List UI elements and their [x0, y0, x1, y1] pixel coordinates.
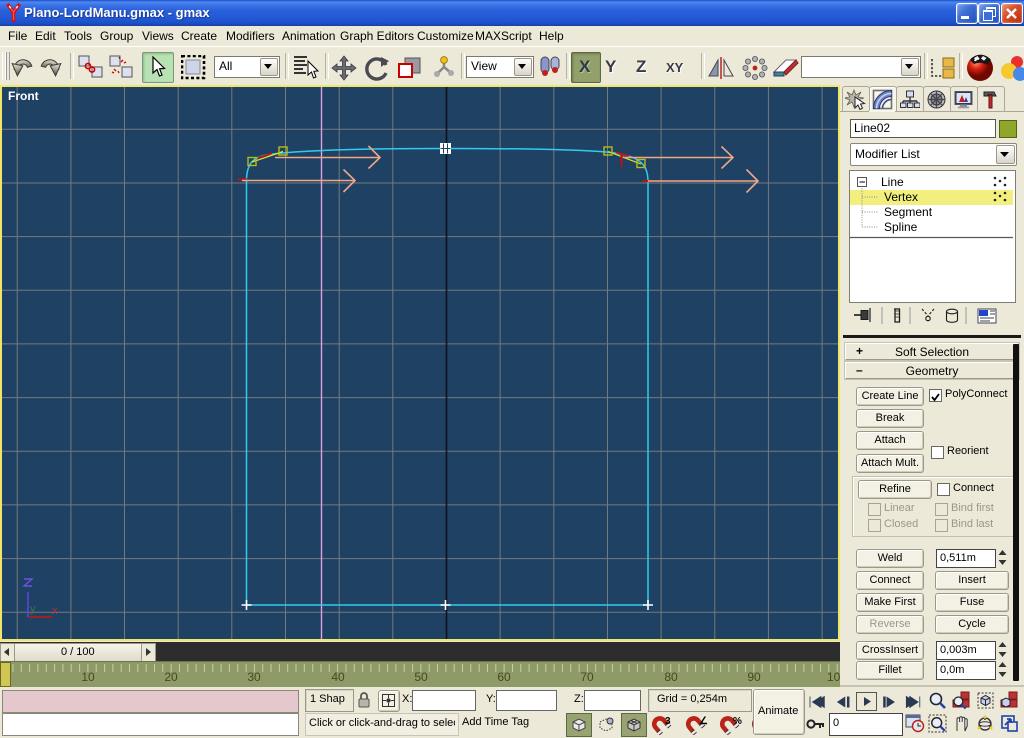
svg-text:x: x	[52, 605, 58, 617]
svg-text:y: y	[30, 603, 36, 615]
svg-text:∠: ∠	[699, 716, 708, 727]
svg-text:%: %	[733, 716, 742, 727]
svg-text:3: 3	[665, 716, 671, 727]
